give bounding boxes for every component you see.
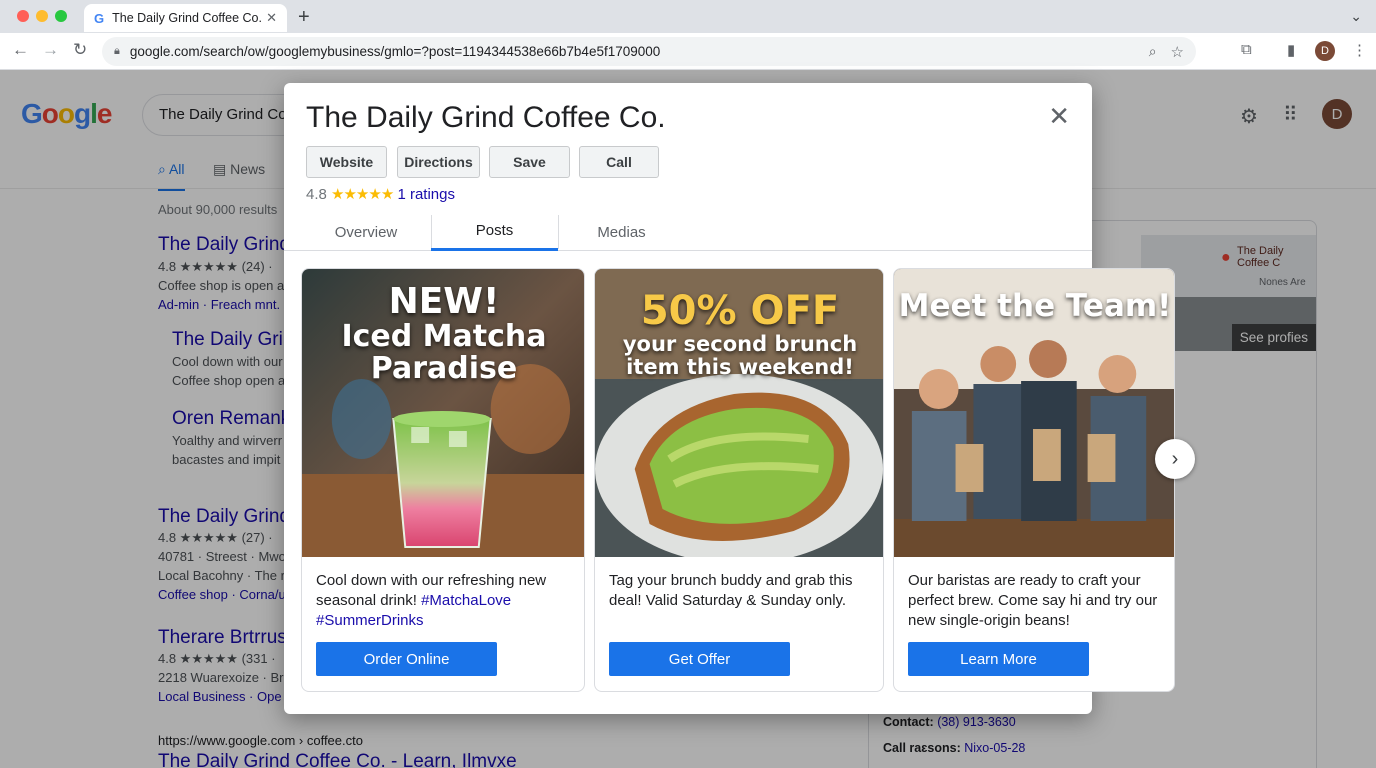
url-text: google.com/search/ow/googlemybusiness/gm… — [129, 44, 661, 59]
rating-stars: ★★★★★ — [331, 186, 394, 203]
post-card: Meet the Team! Our baristas are ready to… — [893, 268, 1175, 692]
lock-icon: 🔒︎ — [114, 45, 120, 57]
post-headline: NEW! Iced Matcha Paradise — [302, 281, 584, 386]
extensions-icon[interactable]: ⧉ — [1241, 41, 1252, 58]
address-bar[interactable]: 🔒︎ google.com/search/ow/googlemybusiness… — [102, 37, 1196, 66]
order-online-button[interactable]: Order Online — [316, 642, 497, 676]
post-text: Our baristas are ready to craft your per… — [908, 572, 1158, 629]
side-panel-icon[interactable]: ▮ — [1287, 41, 1295, 59]
post-headline-line: Paradise — [370, 351, 518, 386]
post-headline: Meet the Team! — [898, 288, 1172, 324]
close-window-icon[interactable] — [17, 10, 29, 22]
rating-value: 4.8 — [306, 186, 327, 203]
ratings-link[interactable]: 1 ratings — [397, 186, 455, 203]
minimize-window-icon[interactable] — [36, 10, 48, 22]
browser-menu-icon[interactable]: ⋮ — [1352, 41, 1367, 59]
website-button[interactable]: Website — [306, 146, 387, 178]
post-headline-line: Iced Matcha — [341, 319, 547, 354]
browser-toolbar: ← → ↻ 🔒︎ google.com/search/ow/googlemybu… — [0, 33, 1376, 70]
post-headline-line: your second brunch — [622, 332, 858, 356]
zoom-icon[interactable]: ⌕ — [1149, 43, 1157, 60]
directions-button[interactable]: Directions — [397, 146, 480, 178]
next-chevron-icon[interactable]: › — [1155, 439, 1195, 479]
post-headline-line: NEW! — [388, 281, 500, 322]
reload-icon[interactable]: ↻ — [73, 40, 87, 60]
modal-tabs: Overview Posts Medias — [284, 213, 1092, 251]
tab-title: The Daily Grind Coffee Co. — [112, 11, 262, 25]
close-icon[interactable]: ✕ — [1048, 101, 1070, 132]
tab-posts[interactable]: Posts — [431, 213, 558, 251]
post-text: Cool down with our refreshing new season… — [316, 571, 570, 631]
learn-more-button[interactable]: Learn More — [908, 642, 1089, 676]
browser-tab[interactable]: G The Daily Grind Coffee Co. ✕ — [84, 4, 287, 32]
tab-medias[interactable]: Medias — [558, 213, 685, 251]
save-button[interactable]: Save — [489, 146, 570, 178]
post-card: 50% OFF your second brunch item this wee… — [594, 268, 884, 692]
bookmark-star-icon[interactable]: ☆ — [1171, 43, 1184, 61]
browser-chrome: G The Daily Grind Coffee Co. ✕ + ⌄ ← → ↻… — [0, 0, 1376, 70]
business-profile-modal: The Daily Grind Coffee Co. ✕ Website Dir… — [284, 83, 1195, 714]
modal-title: The Daily Grind Coffee Co. — [306, 101, 666, 134]
call-button[interactable]: Call — [579, 146, 659, 178]
forward-icon[interactable]: → — [42, 40, 59, 60]
post-text: Tag your brunch buddy and grab this deal… — [609, 572, 853, 609]
post-card: NEW! Iced Matcha Paradise Cool down with… — [301, 268, 585, 692]
get-offer-button[interactable]: Get Offer — [609, 642, 790, 676]
google-favicon-icon: G — [94, 10, 105, 26]
back-icon[interactable]: ← — [12, 40, 29, 60]
new-tab-icon[interactable]: + — [298, 6, 310, 29]
rating-row: 4.8 ★★★★★ 1 ratings — [306, 185, 455, 203]
browser-profile-avatar[interactable]: D — [1315, 41, 1335, 61]
post-headline: 50% OFF your second brunch item this wee… — [595, 288, 883, 379]
tab-list-chevron-icon[interactable]: ⌄ — [1350, 8, 1362, 25]
maximize-window-icon[interactable] — [55, 10, 67, 22]
post-headline-line: item this weekend! — [626, 355, 854, 379]
tab-overview[interactable]: Overview — [306, 213, 426, 251]
tab-close-icon[interactable]: ✕ — [266, 10, 277, 26]
post-headline-line: 50% OFF — [640, 288, 840, 334]
